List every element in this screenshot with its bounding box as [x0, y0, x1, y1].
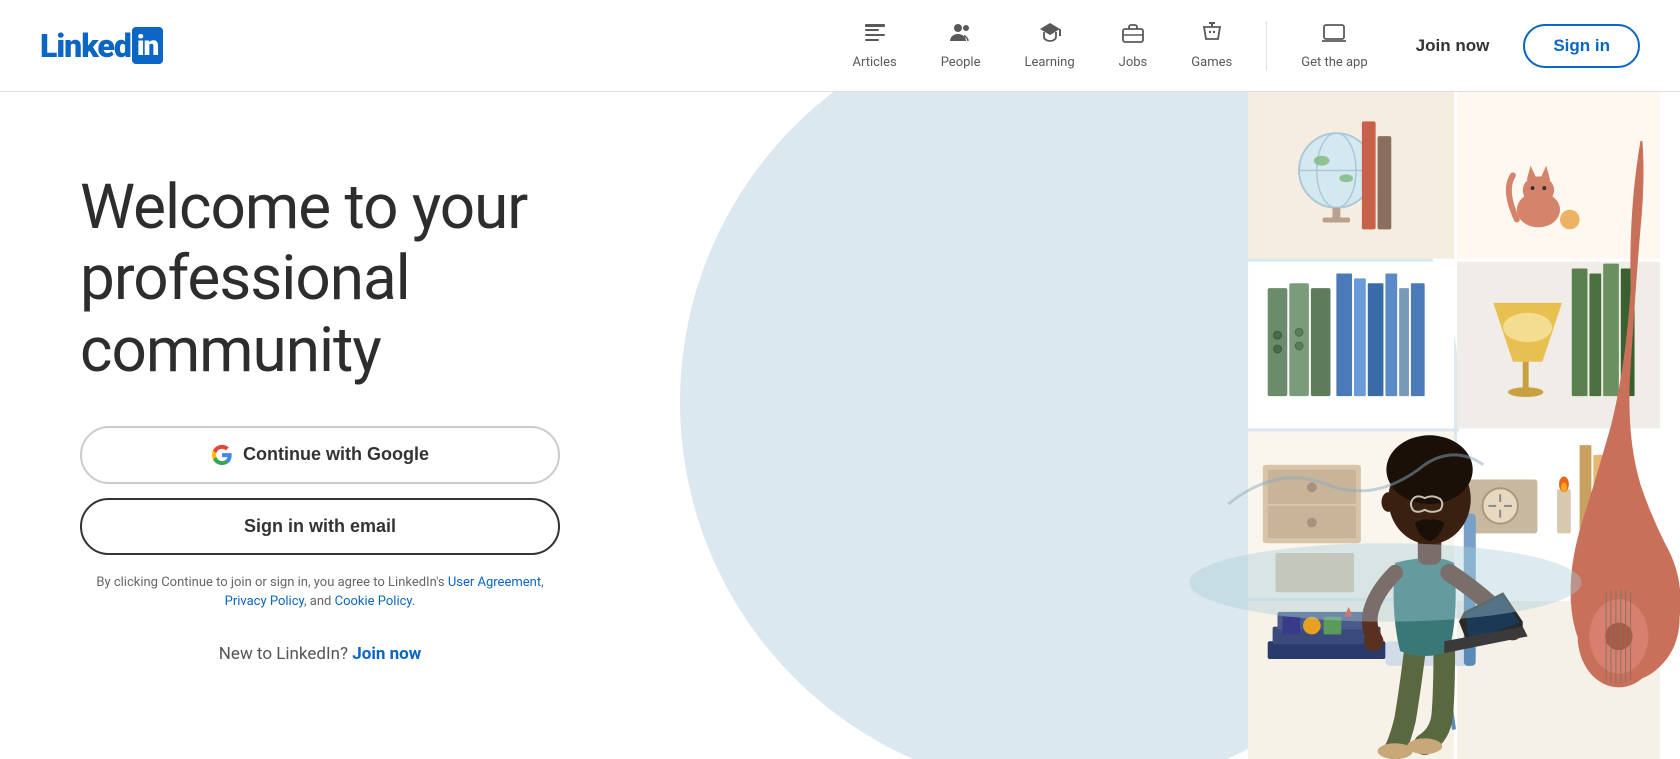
new-to-linkedin-text: New to LinkedIn? Join now	[80, 644, 560, 664]
logo-in-box: in	[132, 27, 164, 64]
nav-label-people: People	[941, 55, 981, 70]
email-signin-button[interactable]: Sign in with email	[80, 498, 560, 555]
nav-item-articles[interactable]: Articles	[835, 13, 915, 78]
linkedin-logo: Linkedin	[40, 27, 163, 65]
hero-illustration	[620, 92, 1680, 759]
cookie-policy-link[interactable]: Cookie Policy	[335, 594, 412, 609]
headline: Welcome to your professional community	[80, 172, 560, 386]
header-right: Join now Sign in	[1398, 24, 1640, 68]
games-icon	[1200, 21, 1224, 51]
left-panel: Welcome to your professional community C…	[0, 92, 620, 759]
logo-text: Linked	[40, 27, 131, 65]
nav-label-get-app: Get the app	[1301, 55, 1367, 70]
google-signin-button[interactable]: Continue with Google	[80, 426, 560, 484]
right-panel	[620, 92, 1680, 759]
google-btn-label: Continue with Google	[243, 444, 429, 465]
articles-icon	[863, 21, 887, 51]
people-icon	[949, 21, 973, 51]
laptop-icon	[1322, 21, 1346, 51]
nav-item-games[interactable]: Games	[1173, 13, 1250, 78]
join-now-button[interactable]: Join now	[1398, 26, 1508, 66]
email-btn-label: Sign in with email	[244, 516, 396, 537]
action-buttons: Continue with Google Sign in with email	[80, 426, 560, 555]
nav-label-articles: Articles	[853, 55, 897, 70]
header: Linkedin Articles People Learning	[0, 0, 1680, 92]
terms-text: By clicking Continue to join or sign in,…	[80, 573, 560, 612]
sign-in-button[interactable]: Sign in	[1523, 24, 1640, 68]
user-agreement-link[interactable]: User Agreement	[448, 575, 541, 590]
main-nav: Articles People Learning Jobs	[835, 13, 1386, 78]
nav-label-jobs: Jobs	[1119, 55, 1148, 70]
join-now-link[interactable]: Join now	[352, 644, 421, 664]
nav-label-learning: Learning	[1024, 55, 1074, 70]
jobs-icon	[1121, 21, 1145, 51]
nav-divider	[1266, 21, 1267, 71]
nav-label-games: Games	[1191, 55, 1232, 70]
google-g-icon	[211, 444, 233, 466]
nav-item-learning[interactable]: Learning	[1006, 13, 1092, 78]
main-content: Welcome to your professional community C…	[0, 92, 1680, 759]
nav-item-get-app[interactable]: Get the app	[1283, 13, 1385, 78]
privacy-policy-link[interactable]: Privacy Policy	[225, 594, 304, 609]
nav-item-jobs[interactable]: Jobs	[1101, 13, 1166, 78]
logo-area[interactable]: Linkedin	[40, 27, 163, 65]
learning-icon	[1038, 21, 1062, 51]
nav-item-people[interactable]: People	[923, 13, 999, 78]
